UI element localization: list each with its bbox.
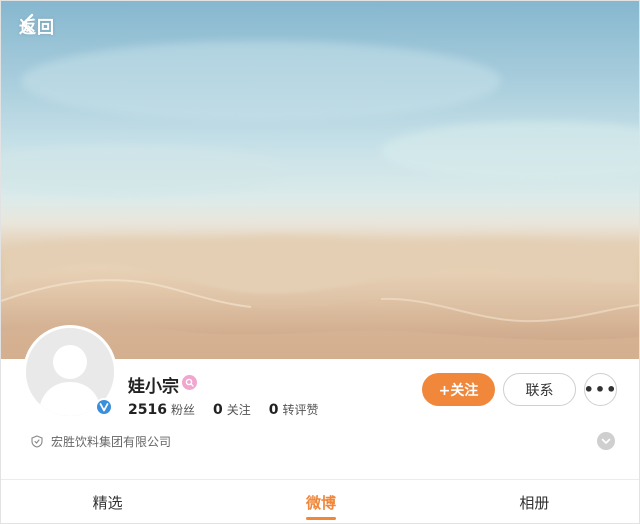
profile-page: 返回 娃小宗 2516 粉丝 0 关注 0 转评赞 +关注 联系 ••• 宏胜饮… <box>0 0 640 524</box>
stat-interactions-value: 0 <box>268 402 279 418</box>
tab-featured[interactable]: 精选 <box>1 480 214 523</box>
profile-name: 娃小宗 <box>128 377 179 397</box>
company-name: 宏胜饮料集团有限公司 <box>51 435 172 449</box>
stat-following[interactable]: 0 关注 <box>213 401 251 418</box>
stat-interactions-label: 转评赞 <box>282 403 319 417</box>
stat-followers-value: 2516 <box>128 402 167 418</box>
tab-album[interactable]: 相册 <box>428 480 639 523</box>
tab-weibo[interactable]: 微博 <box>214 480 427 523</box>
beach-sand-illustration <box>1 41 639 359</box>
company-info: 宏胜饮料集团有限公司 <box>31 433 171 450</box>
member-badge-icon[interactable] <box>182 375 197 390</box>
verified-badge-icon <box>95 398 113 416</box>
shield-icon <box>31 435 43 448</box>
more-options-button[interactable]: ••• <box>584 373 617 406</box>
contact-button[interactable]: 联系 <box>503 373 576 406</box>
stat-followers[interactable]: 2516 粉丝 <box>128 401 195 418</box>
profile-tabs: 精选 微博 相册 <box>1 480 639 523</box>
stat-following-value: 0 <box>212 402 223 418</box>
stat-followers-label: 粉丝 <box>170 403 195 417</box>
chevron-down-icon <box>601 438 611 444</box>
profile-stats: 2516 粉丝 0 关注 0 转评赞 <box>128 401 337 418</box>
follow-button[interactable]: +关注 <box>422 373 495 406</box>
expand-info-button[interactable] <box>597 432 615 450</box>
cover-photo: 返回 <box>1 1 639 359</box>
stat-following-label: 关注 <box>226 403 251 417</box>
stat-interactions[interactable]: 0 转评赞 <box>269 401 319 418</box>
back-button[interactable]: 返回 <box>19 13 55 38</box>
chevron-left-icon <box>21 13 34 35</box>
